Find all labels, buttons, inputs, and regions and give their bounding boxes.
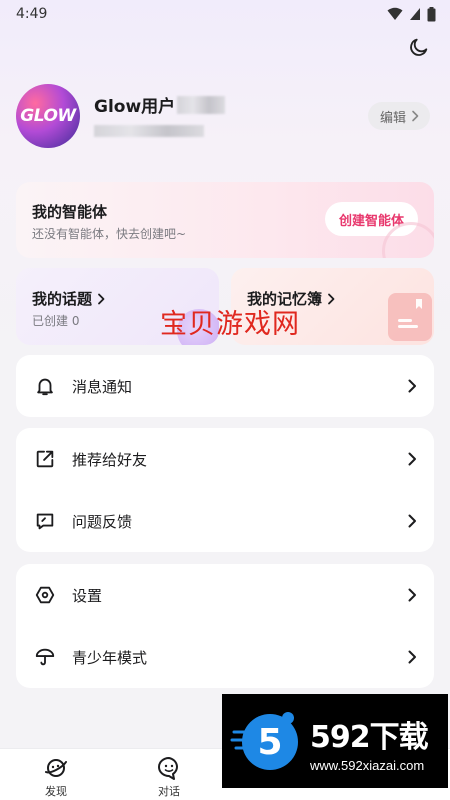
signal-icon xyxy=(410,8,420,20)
username-row: Glow用户 xyxy=(94,92,226,117)
menu-label-recommend: 推荐给好友 xyxy=(72,450,148,469)
chevron-right-icon xyxy=(98,293,105,304)
brand-name: 592下载 xyxy=(310,720,429,755)
brand-logo-number: 5 xyxy=(257,722,282,763)
feedback-icon xyxy=(34,510,56,532)
my-agents-card[interactable]: 我的智能体 还没有智能体，快去创建吧~ 创建智能体 xyxy=(16,182,434,258)
agent-card-subtitle: 还没有智能体，快去创建吧~ xyxy=(32,227,187,241)
umbrella-icon xyxy=(34,646,56,668)
edit-label: 编辑 xyxy=(379,110,406,126)
user-id-redacted xyxy=(94,122,204,137)
moon-icon xyxy=(410,38,428,56)
settings-icon xyxy=(34,584,56,606)
menu-label-youth-mode: 青少年模式 xyxy=(72,648,148,667)
battery-icon xyxy=(427,6,436,21)
status-icons xyxy=(387,6,436,22)
avatar[interactable]: GLOW xyxy=(16,84,80,148)
nav-tab-chat[interactable]: 对话 xyxy=(139,755,199,799)
menu-label-feedback: 问题反馈 xyxy=(72,512,133,531)
menu-label-settings: 设置 xyxy=(72,586,103,605)
brand-url: www.592xiazai.com xyxy=(310,758,425,773)
share-icon xyxy=(34,448,56,470)
menu-item-notifications[interactable]: 消息通知 xyxy=(16,355,434,417)
status-time: 4:49 xyxy=(16,6,48,22)
menu-item-youth-mode[interactable]: 青少年模式 xyxy=(16,626,434,688)
menu-item-recommend[interactable]: 推荐给好友 xyxy=(16,428,434,490)
profile-section: GLOW Glow用户 编辑 xyxy=(16,84,434,148)
topics-title: 我的话题 xyxy=(32,290,93,308)
chevron-right-icon xyxy=(328,293,335,304)
chevron-right-icon xyxy=(408,588,416,602)
chevron-right-icon xyxy=(408,379,416,393)
bell-icon xyxy=(34,375,56,397)
chevron-right-icon xyxy=(408,452,416,466)
wifi-icon xyxy=(387,7,403,20)
topics-count: 已创建 0 xyxy=(32,314,80,328)
username-redacted xyxy=(177,95,226,114)
menu-group-share: 推荐给好友 问题反馈 xyxy=(16,428,434,552)
nav-label-chat: 对话 xyxy=(158,785,180,798)
status-bar: 4:49 xyxy=(0,0,450,28)
username: Glow用户 xyxy=(94,97,176,117)
edit-profile-button[interactable]: 编辑 xyxy=(367,102,430,130)
notebook-decoration-icon xyxy=(388,293,432,341)
menu-item-feedback[interactable]: 问题反馈 xyxy=(16,490,434,552)
avatar-logo-text: GLOW xyxy=(20,106,76,126)
chevron-right-icon xyxy=(408,514,416,528)
nav-tab-discover[interactable]: 发现 xyxy=(26,755,86,799)
brand-logo-icon: 5 xyxy=(230,712,298,770)
chevron-right-icon xyxy=(412,110,419,122)
agent-card-title: 我的智能体 xyxy=(32,203,108,221)
menu-item-settings[interactable]: 设置 xyxy=(16,564,434,626)
menu-group-notifications: 消息通知 xyxy=(16,355,434,417)
nav-label-discover: 发现 xyxy=(45,785,67,798)
chevron-right-icon xyxy=(408,650,416,664)
brand-watermark-banner: 5 592下载 www.592xiazai.com xyxy=(222,694,448,788)
planet-icon xyxy=(45,759,67,777)
chat-bubble-icon xyxy=(158,757,178,780)
topics-title-row: 我的话题 xyxy=(32,288,106,309)
menu-group-settings: 设置 青少年模式 xyxy=(16,564,434,688)
dark-mode-toggle[interactable] xyxy=(406,34,432,60)
watermark-text: 宝贝游戏网 xyxy=(160,309,300,340)
menu-label-notifications: 消息通知 xyxy=(72,377,133,396)
